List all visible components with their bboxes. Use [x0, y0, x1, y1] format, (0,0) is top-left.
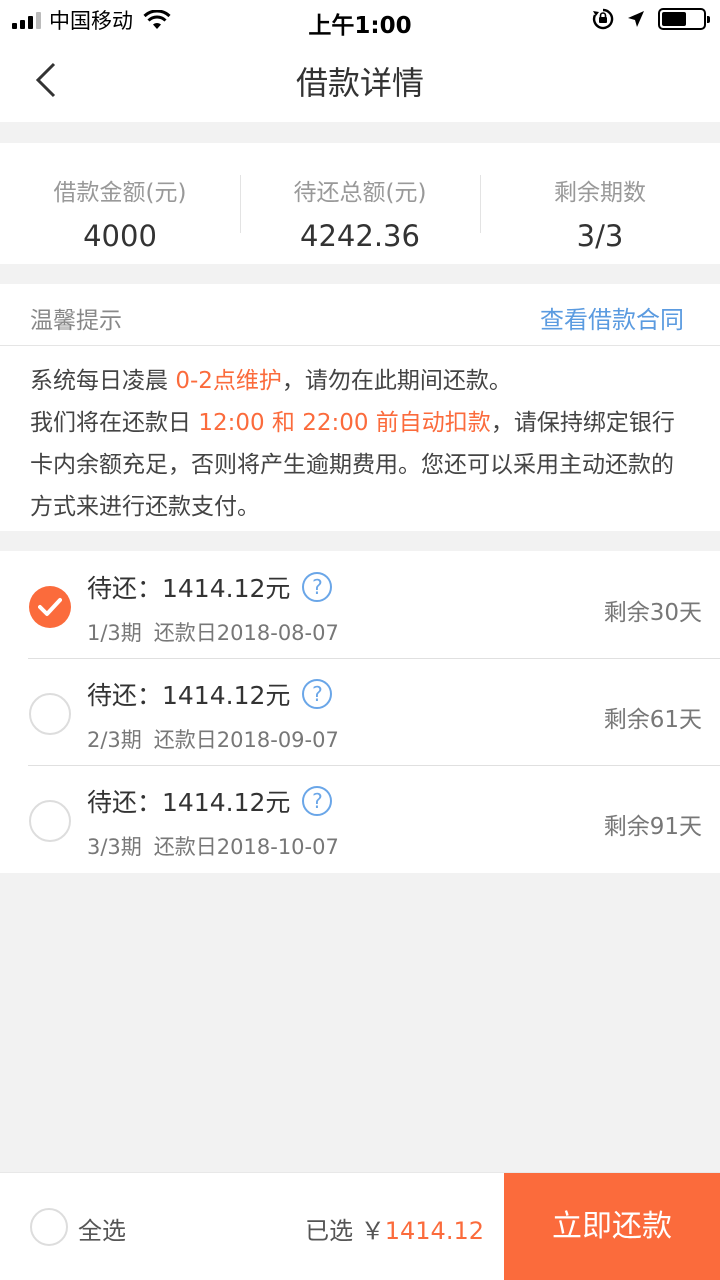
select-all-label[interactable]: 全选 — [78, 1211, 126, 1246]
installment-item[interactable]: 待还：1414.12元 ? 3/3期 还款日2018-10-07 剩余91天 — [0, 765, 720, 872]
tips-line-1-highlight: 0-2点维护 — [175, 368, 282, 394]
repay-now-button[interactable]: 立即还款 — [504, 1173, 720, 1280]
total-due-label: 待还总额(元) — [293, 180, 427, 206]
checked-circle-icon[interactable] — [29, 586, 71, 628]
installment-period: 2/3期 — [87, 728, 142, 752]
installment-due-date: 还款日2018-08-07 — [153, 621, 339, 645]
installment-meta: 2/3期 还款日2018-09-07 — [87, 724, 339, 754]
tips-line-1-text-end: ，请勿在此期间还款。 — [281, 368, 512, 394]
installment-amount-row: 待还：1414.12元 ? — [87, 569, 333, 605]
select-all-circle-icon[interactable] — [30, 1208, 68, 1246]
unchecked-circle-icon[interactable] — [29, 693, 71, 735]
orientation-lock-icon — [592, 8, 614, 30]
installment-days-left: 剩余30天 — [603, 600, 702, 626]
installment-due-date: 还款日2018-09-07 — [153, 728, 339, 752]
status-right — [592, 8, 710, 30]
tips-line-1-text: 系统每日凌晨 — [30, 368, 176, 394]
installment-period: 1/3期 — [87, 621, 142, 645]
installment-amount-row: 待还：1414.12元 ? — [87, 783, 333, 819]
installment-amount: 待还：1414.12元 — [87, 788, 291, 817]
total-due-block: 待还总额(元) 4242.36 — [240, 143, 480, 264]
installment-meta: 1/3期 还款日2018-08-07 — [87, 617, 339, 647]
unchecked-circle-icon[interactable] — [29, 800, 71, 842]
total-due-value: 4242.36 — [300, 219, 420, 253]
tips-line-2-highlight: 12:00 和 22:00 前自动扣款 — [198, 410, 491, 436]
installment-item[interactable]: 待还：1414.12元 ? 1/3期 还款日2018-08-07 剩余30天 — [0, 551, 720, 658]
selected-total: 已选 ￥1414.12 — [305, 1211, 484, 1246]
installment-amount: 待还：1414.12元 — [87, 681, 291, 710]
tips-header: 温馨提示 查看借款合同 — [0, 284, 720, 346]
installment-amount: 待还：1414.12元 — [87, 574, 291, 603]
question-icon[interactable]: ? — [302, 786, 333, 816]
installment-list: 待还：1414.12元 ? 1/3期 还款日2018-08-07 剩余30天 待还… — [0, 551, 720, 873]
tips-line-1: 系统每日凌晨 0-2点维护，请勿在此期间还款。 — [30, 360, 690, 402]
loan-amount-label: 借款金额(元) — [53, 180, 187, 206]
remaining-periods-value: 3/3 — [576, 219, 624, 253]
loan-summary-card: 借款金额(元) 4000 待还总额(元) 4242.36 剩余期数 3/3 — [0, 143, 720, 264]
tips-title: 温馨提示 — [30, 308, 122, 334]
selected-amount: 1414.12 — [384, 1217, 484, 1245]
bottom-bar: 全选 已选 ￥1414.12 立即还款 — [0, 1172, 720, 1280]
installment-days-left: 剩余61天 — [603, 707, 702, 733]
selected-prefix: 已选 ￥ — [305, 1217, 385, 1245]
location-arrow-icon — [628, 11, 644, 27]
page-title: 借款详情 — [295, 64, 424, 102]
tips-body: 系统每日凌晨 0-2点维护，请勿在此期间还款。 我们将在还款日 12:00 和 … — [0, 346, 720, 528]
view-contract-link[interactable]: 查看借款合同 — [540, 300, 684, 335]
remaining-periods-label: 剩余期数 — [554, 180, 646, 206]
question-icon[interactable]: ? — [302, 572, 333, 602]
status-bar: 中国移动 上午1:00 — [0, 0, 720, 40]
battery-icon — [658, 8, 710, 30]
question-icon[interactable]: ? — [302, 679, 333, 709]
loan-amount-block: 借款金额(元) 4000 — [0, 143, 240, 264]
installment-due-date: 还款日2018-10-07 — [153, 835, 339, 859]
installment-item[interactable]: 待还：1414.12元 ? 2/3期 还款日2018-09-07 剩余61天 — [0, 658, 720, 765]
loan-detail-page: 中国移动 上午1:00 借款详情 借款金额(元) 4000 待还总额(元) 42… — [0, 0, 720, 1280]
installment-period: 3/3期 — [87, 835, 142, 859]
tips-line-2: 我们将在还款日 12:00 和 22:00 前自动扣款，请保持绑定银行卡内余额充… — [30, 402, 690, 528]
tips-line-2-text: 我们将在还款日 — [30, 410, 199, 436]
loan-amount-value: 4000 — [83, 219, 157, 253]
tips-card: 温馨提示 查看借款合同 系统每日凌晨 0-2点维护，请勿在此期间还款。 我们将在… — [0, 284, 720, 531]
navigation-bar: 借款详情 — [0, 40, 720, 122]
installment-meta: 3/3期 还款日2018-10-07 — [87, 831, 339, 861]
installment-amount-row: 待还：1414.12元 ? — [87, 676, 333, 712]
installment-days-left: 剩余91天 — [603, 814, 702, 840]
remaining-periods-block: 剩余期数 3/3 — [480, 143, 720, 264]
